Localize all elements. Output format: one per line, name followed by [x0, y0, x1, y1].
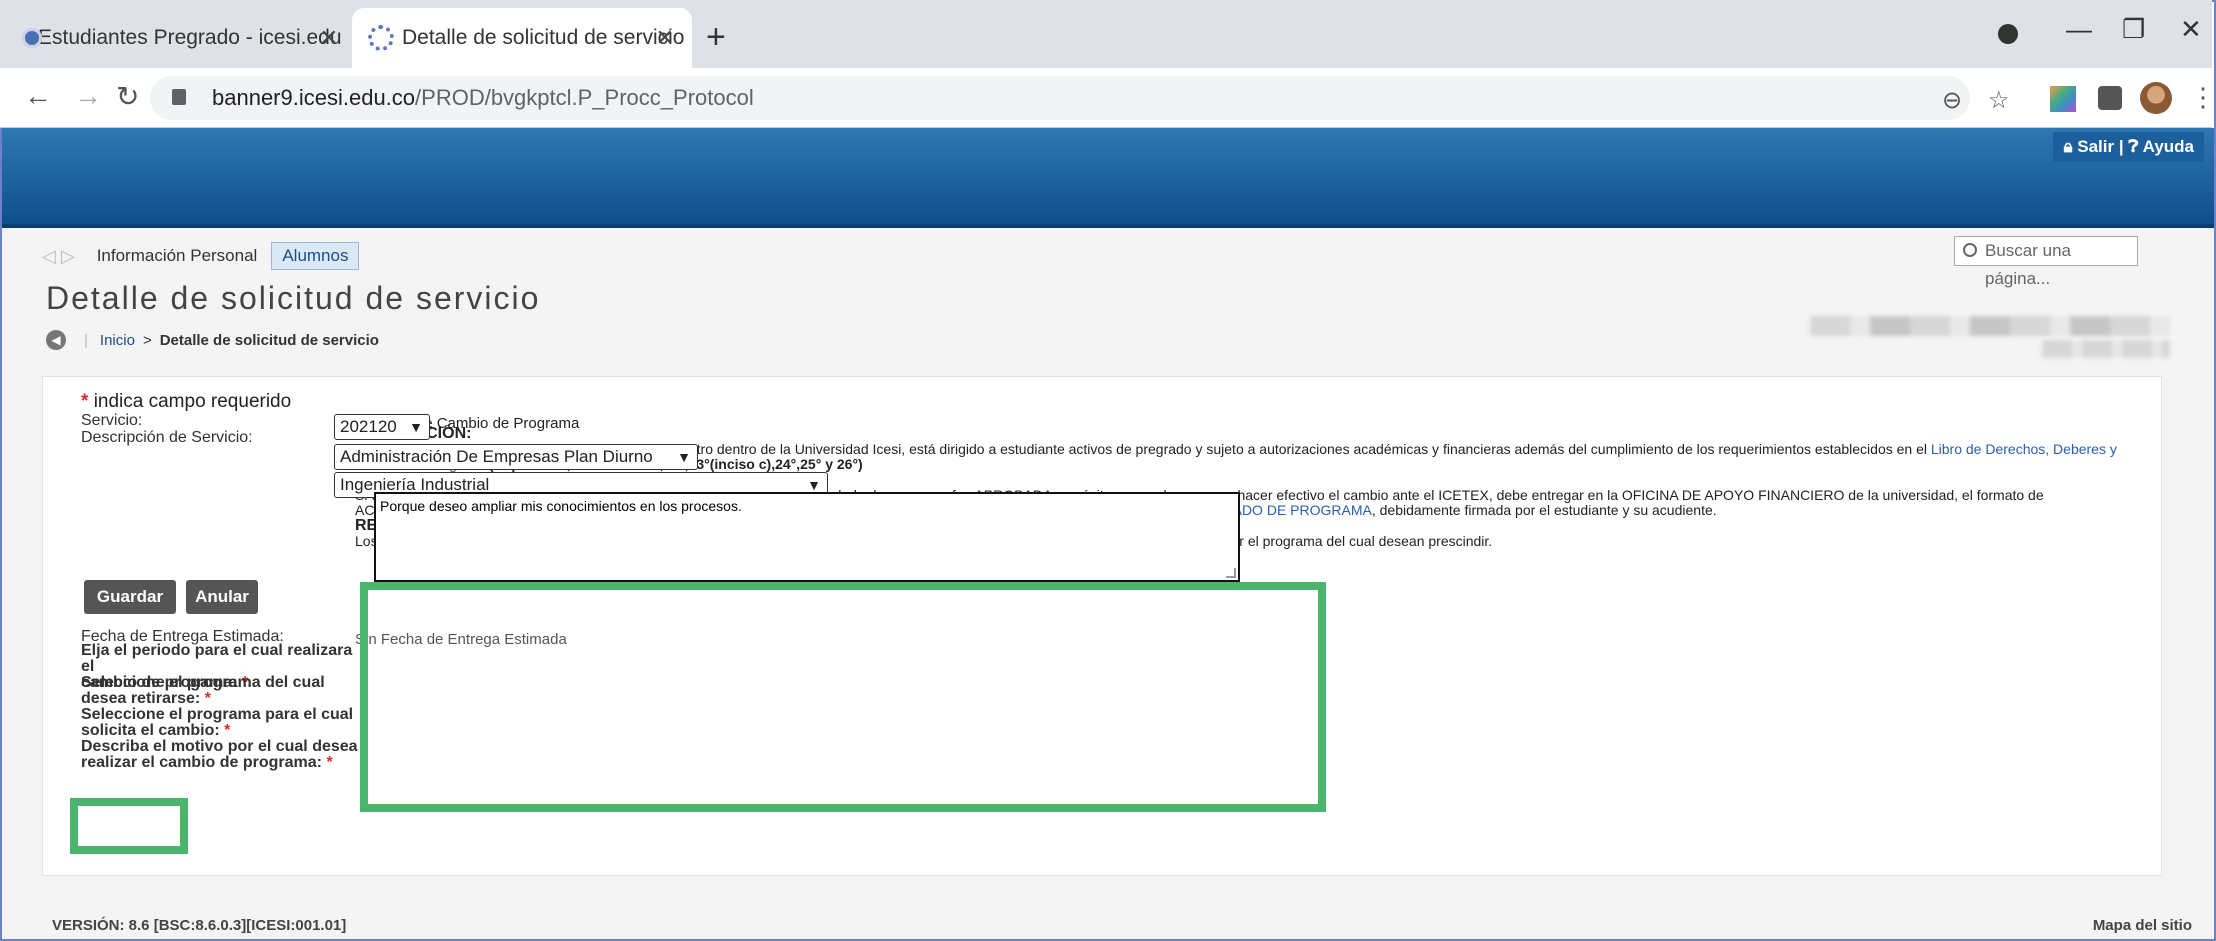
- page-title: Detalle de solicitud de servicio: [46, 280, 541, 316]
- nav-alumnos[interactable]: Alumnos: [271, 242, 360, 270]
- extension-icon[interactable]: [2050, 86, 2076, 112]
- breadcrumb-current: Detalle de solicitud de servicio: [159, 331, 379, 349]
- tab-detalle[interactable]: Detalle de solicitud de servicio ✕: [352, 8, 692, 68]
- sitemap-link[interactable]: Mapa del sitio: [2093, 917, 2192, 934]
- motivo-text: Porque deseo ampliar mis conocimientos e…: [380, 498, 742, 514]
- required-star: *: [204, 690, 211, 707]
- url-domain: banner9.icesi.edu.co: [212, 85, 416, 110]
- servicio-label: Servicio:: [81, 412, 143, 429]
- retirarse-label: Seleccione el programa del cual desea re…: [81, 675, 325, 707]
- user-links: 🔒︎ Salir | ❓︎ Ayuda: [2053, 132, 2204, 162]
- url-path: /PROD/bvgkptcl.P_Procc_Protocol: [415, 85, 754, 110]
- label-text: Seleccione el programa para el cual: [81, 706, 354, 723]
- close-window-icon[interactable]: ✕: [2180, 14, 2202, 45]
- motivo-label: Describa el motivo por el cual desea rea…: [81, 739, 358, 771]
- top-nav: ◁ ▷ Información Personal Alumnos: [42, 242, 360, 270]
- tab-estudiantes[interactable]: Estudiantes Pregrado - icesi.edu ✕: [8, 8, 348, 68]
- chevron-down-icon: ▼: [409, 419, 423, 435]
- label-text: Seleccione el programa del cual: [81, 674, 325, 691]
- guardar-button[interactable]: Guardar: [84, 580, 176, 614]
- blurred-user-info: [1810, 316, 2170, 336]
- restore-icon[interactable]: ❐: [2122, 14, 2145, 45]
- breadcrumb-sep: >: [142, 331, 152, 349]
- nav-info-personal[interactable]: Información Personal: [97, 246, 258, 266]
- label-text: solicita el cambio:: [81, 722, 220, 739]
- required-star: *: [326, 754, 333, 771]
- label-text: realizar el cambio de programa:: [81, 754, 322, 771]
- close-tab-icon[interactable]: ✕: [656, 25, 674, 51]
- tab-title: Detalle de solicitud de servicio: [402, 26, 685, 49]
- profile-avatar[interactable]: [2140, 82, 2172, 114]
- label-text: desea retirarse:: [81, 690, 201, 707]
- breadcrumb: ◀ | Inicio > Detalle de solicitud de ser…: [46, 330, 379, 350]
- chevron-down-icon: ▼: [677, 449, 691, 465]
- form-fields-highlight: [360, 582, 1326, 812]
- address-bar-row: ← → ↻ banner9.icesi.edu.co/PROD/bvgkptcl…: [0, 68, 2216, 128]
- required-note: * indica campo requerido: [81, 391, 291, 413]
- url-field[interactable]: banner9.icesi.edu.co/PROD/bvgkptcl.P_Pro…: [150, 76, 1970, 120]
- retirarse-selected: Administración De Empresas Plan Diurno: [340, 447, 653, 466]
- blurred-user-info: [2042, 340, 2170, 358]
- version-text: VERSIÓN: 8.6 [BSC:8.6.0.3][ICESI:001.01]: [52, 917, 347, 934]
- retirarse-select[interactable]: Administración De Empresas Plan Diurno ▼: [334, 444, 698, 470]
- kebab-menu-icon[interactable]: ⋮: [2190, 82, 2216, 113]
- label-text: Elja el periodo para el cual realizara e…: [81, 642, 353, 675]
- required-star: *: [81, 391, 89, 412]
- guardar-highlight: [70, 798, 188, 854]
- lock-icon: 🔒︎: [2063, 137, 2073, 156]
- descripcion-label: Descripción de Servicio:: [81, 429, 253, 446]
- separator: |: [2118, 137, 2124, 156]
- back-icon[interactable]: ←: [24, 80, 52, 112]
- search-icon: [1963, 243, 1977, 257]
- reload-icon[interactable]: ↻: [116, 80, 139, 113]
- required-note-text: indica campo requerido: [93, 391, 292, 412]
- bookmark-star-icon[interactable]: ☆: [1988, 86, 2010, 115]
- desc-text: , debidamente firmada por el estudiante …: [1371, 502, 1717, 518]
- minimize-icon[interactable]: —: [2066, 14, 2092, 45]
- required-star: *: [224, 722, 231, 739]
- anular-button[interactable]: Anular: [186, 580, 258, 614]
- salir-link[interactable]: Salir: [2077, 137, 2114, 156]
- breadcrumb-divider: |: [84, 331, 88, 349]
- help-icon: ❓︎: [2128, 137, 2139, 156]
- ayuda-link[interactable]: Ayuda: [2143, 137, 2194, 156]
- resize-grip-icon[interactable]: [1226, 568, 1236, 578]
- site-favicon-icon: [368, 25, 394, 51]
- cambio-label: Seleccione el programa para el cual soli…: [81, 707, 353, 739]
- site-favicon-icon: [22, 28, 42, 48]
- lock-icon: [172, 89, 186, 105]
- site-banner: [2, 128, 2214, 224]
- motivo-textarea[interactable]: Porque deseo ampliar mis conocimientos e…: [374, 492, 1240, 582]
- breadcrumb-home[interactable]: Inicio: [100, 332, 135, 349]
- extensions-puzzle-icon[interactable]: [2098, 86, 2122, 110]
- periodo-selected: 202120: [340, 417, 397, 436]
- close-tab-icon[interactable]: ✕: [320, 25, 338, 51]
- new-tab-icon[interactable]: +: [706, 20, 726, 54]
- tab-title: Estudiantes Pregrado - icesi.edu: [38, 26, 342, 49]
- label-text: Describa el motivo por el cual desea: [81, 738, 358, 755]
- desc-heading: DESCRIPCIÓN:: [355, 426, 2155, 442]
- tab-bar: Estudiantes Pregrado - icesi.edu ✕ Detal…: [0, 0, 2212, 68]
- back-circle-icon[interactable]: ◀: [46, 330, 66, 350]
- forward-icon[interactable]: →: [74, 80, 102, 112]
- search-input[interactable]: Buscar una página...: [1954, 236, 2138, 288]
- zoom-icon[interactable]: ⊖: [1942, 86, 1962, 115]
- nav-arrows-icon[interactable]: ◁ ▷: [42, 246, 75, 267]
- search-placeholder: Buscar una página...: [1985, 241, 2071, 288]
- periodo-select[interactable]: 202120 ▼: [334, 414, 430, 440]
- tab-search-icon[interactable]: [1998, 24, 2018, 44]
